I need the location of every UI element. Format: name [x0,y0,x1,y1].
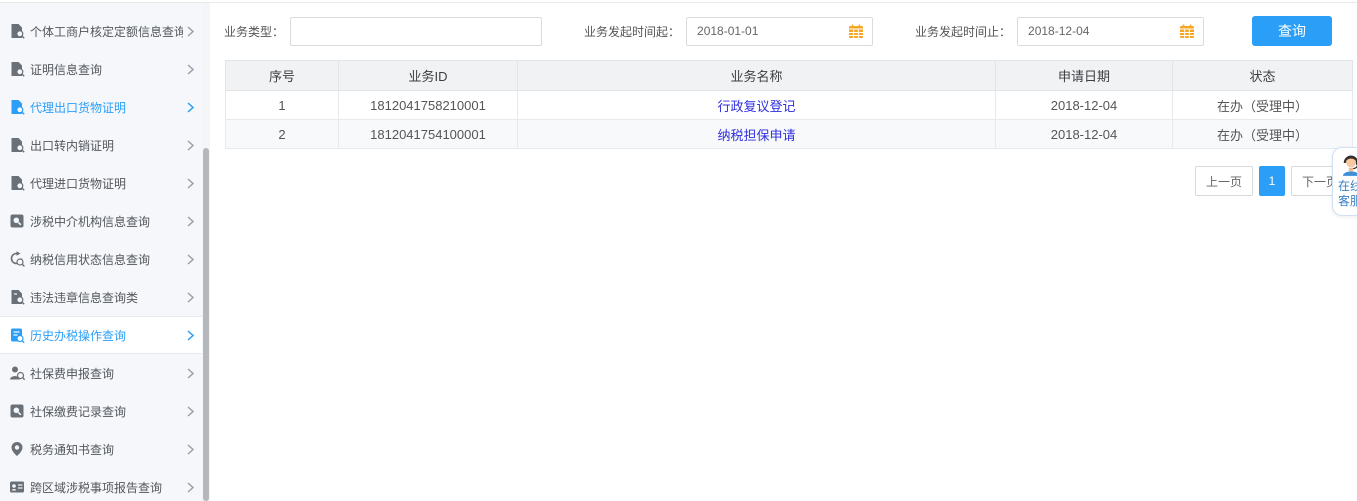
cell-business-name: 行政复议登记 [517,90,996,120]
header-business-name: 业务名称 [517,60,996,91]
sidebar-item-label: 税务通知书查询 [30,442,115,457]
calendar-icon[interactable] [1179,24,1195,39]
box-search-icon [9,213,25,229]
sidebar-item-label: 违法违章信息查询类 [30,290,139,305]
sidebar-item-label: 证明信息查询 [30,62,103,77]
business-name-link[interactable]: 纳税担保申请 [717,128,795,143]
sidebar-item-tax-agency-info-query[interactable]: 涉税中介机构信息查询 [0,202,202,240]
document-search-icon [9,289,25,305]
person-search-icon [9,365,25,381]
id-card-icon [9,479,25,495]
cell-index: 2 [225,119,339,149]
customer-service-avatar-icon [1338,152,1357,178]
refresh-search-icon [9,251,25,267]
sidebar-item-agent-export-goods-cert[interactable]: 代理出口货物证明 [0,88,202,126]
document-search-icon [9,61,25,77]
document-search-icon [9,23,25,39]
sidebar-item-agent-import-goods-cert[interactable]: 代理进口货物证明 [0,164,202,202]
sidebar-item-label: 历史办税操作查询 [30,328,127,343]
chevron-right-icon [187,63,194,75]
chevron-right-icon [187,25,194,37]
sidebar-item-social-insurance-declare-query[interactable]: 社保费申报查询 [0,354,202,392]
end-date-input[interactable]: 2018-12-04 [1017,16,1205,46]
cell-index: 1 [225,90,339,120]
main-content: 业务类型： 业务发起时间起： 2018-01-01 业务发起时间止： 2018-… [210,3,1357,501]
sidebar: 个体工商户核定定额信息查询 证明信息查询 代理出口货物证明 出口转内销证明 代理… [0,3,202,501]
sidebar-item-export-to-domestic-cert[interactable]: 出口转内销证明 [0,126,202,164]
calendar-icon[interactable] [848,24,864,39]
sidebar-item-tax-credit-status-query[interactable]: 纳税信用状态信息查询 [0,240,202,278]
cell-business-id: 1812041754100001 [338,119,518,149]
header-business-id: 业务ID [338,60,518,91]
sidebar-item-label: 涉税中介机构信息查询 [30,214,151,229]
chevron-right-icon [187,481,194,493]
sidebar-item-violation-info-query[interactable]: 违法违章信息查询类 [0,278,202,316]
cell-status: 在办（受理中） [1172,90,1353,120]
document-search-icon [9,99,25,115]
cell-apply-date: 2018-12-04 [995,90,1173,120]
sidebar-item-cross-region-tax-report-query[interactable]: 跨区域涉税事项报告查询 [0,468,202,501]
cell-status: 在办（受理中） [1172,119,1353,149]
cell-apply-date: 2018-12-04 [995,119,1173,149]
table-row: 1 1812041758210001 行政复议登记 2018-12-04 在办（… [225,90,1353,120]
chevron-right-icon [187,215,194,227]
chevron-right-icon [187,367,194,379]
online-service-label: 在线 客服 [1338,179,1357,208]
query-form: 业务类型： 业务发起时间起： 2018-01-01 业务发起时间止： 2018-… [210,16,1357,46]
cell-business-id: 1812041758210001 [338,90,518,120]
start-date-input[interactable]: 2018-01-01 [686,16,874,46]
end-date-value: 2018-12-04 [1028,24,1090,38]
history-search-icon [9,327,25,343]
table-row: 2 1812041754100001 纳税担保申请 2018-12-04 在办（… [225,119,1353,149]
table-header-row: 序号 业务ID 业务名称 申请日期 状态 [225,60,1353,91]
chevron-right-icon [187,443,194,455]
sidebar-item-social-insurance-payment-record-query[interactable]: 社保缴费记录查询 [0,392,202,430]
sidebar-item-certificate-info-query[interactable]: 证明信息查询 [0,50,202,88]
prev-page-button[interactable]: 上一页 [1194,166,1253,196]
chevron-right-icon [187,101,194,113]
header-status: 状态 [1172,60,1353,91]
sidebar-item-tax-history-operation-query[interactable]: 历史办税操作查询 [0,316,202,354]
box-search-icon [9,403,25,419]
pagination: 上一页 1 下一页 [210,166,1349,196]
sidebar-item-tax-notice-query[interactable]: 税务通知书查询 [0,430,202,468]
business-type-label: 业务类型： [223,24,284,39]
sidebar-item-label: 个体工商户核定定额信息查询 [30,24,183,39]
document-search-icon [9,175,25,191]
sidebar-item-label: 出口转内销证明 [30,138,115,153]
sidebar-item-label: 跨区域涉税事项报告查询 [30,480,163,495]
sidebar-scrollbar[interactable] [202,3,210,501]
location-pin-icon [9,441,25,457]
header-index: 序号 [225,60,339,91]
start-date-label: 业务发起时间起： [584,24,681,39]
business-name-link[interactable]: 行政复议登记 [717,99,795,114]
chevron-right-icon [187,139,194,151]
sidebar-item-label: 代理出口货物证明 [30,100,127,115]
end-date-label: 业务发起时间止： [915,24,1012,39]
chevron-right-icon [187,253,194,265]
online-service-widget[interactable]: 在线 客服 [1332,147,1357,216]
chevron-right-icon [187,329,194,341]
header-apply-date: 申请日期 [995,60,1173,91]
sidebar-item-label: 纳税信用状态信息查询 [30,252,151,267]
start-date-value: 2018-01-01 [697,24,759,38]
sidebar-item-individual-quota-info-query[interactable]: 个体工商户核定定额信息查询 [0,12,202,50]
document-search-icon [9,137,25,153]
sidebar-item-label: 社保费申报查询 [30,366,115,381]
sidebar-item-label: 代理进口货物证明 [30,176,127,191]
scrollbar-thumb[interactable] [203,148,209,501]
cell-business-name: 纳税担保申请 [517,119,996,149]
page-1-button[interactable]: 1 [1258,166,1285,196]
chevron-right-icon [187,291,194,303]
chevron-right-icon [187,177,194,189]
business-type-input[interactable] [290,16,542,46]
query-button[interactable]: 查询 [1252,16,1333,46]
chevron-right-icon [187,405,194,417]
sidebar-item-label: 社保缴费记录查询 [30,404,127,419]
results-table: 序号 业务ID 业务名称 申请日期 状态 1 1812041758210001 … [225,60,1353,149]
